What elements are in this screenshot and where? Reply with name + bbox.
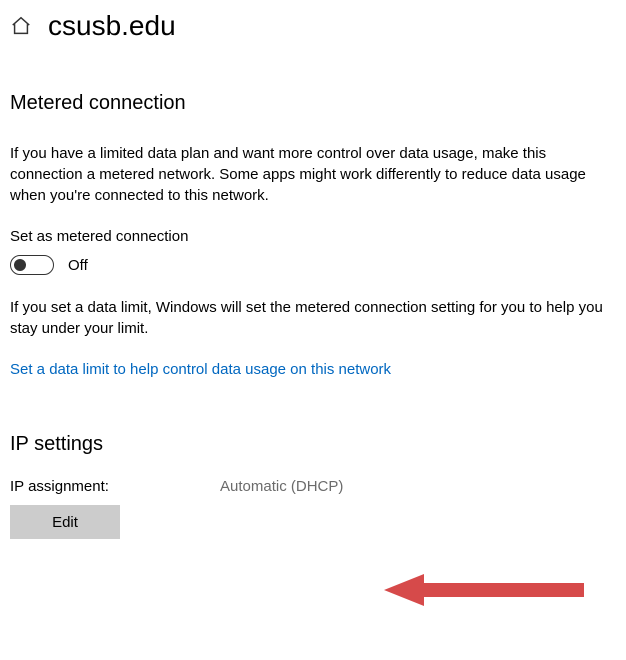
ip-assignment-row: IP assignment: Automatic (DHCP) <box>10 478 616 495</box>
ip-assignment-value: Automatic (DHCP) <box>220 478 343 495</box>
page-title: csusb.edu <box>48 10 176 42</box>
metered-toggle-row: Off <box>10 255 616 275</box>
page-header: csusb.edu <box>10 10 616 42</box>
metered-toggle-label: Set as metered connection <box>10 228 616 245</box>
ip-settings-heading: IP settings <box>10 433 616 456</box>
home-icon[interactable] <box>10 15 32 37</box>
ip-assignment-label: IP assignment: <box>10 478 220 495</box>
metered-description: If you have a limited data plan and want… <box>10 143 610 206</box>
metered-heading: Metered connection <box>10 92 616 115</box>
metered-toggle-state: Off <box>68 257 88 274</box>
metered-toggle[interactable] <box>10 255 54 275</box>
edit-button[interactable]: Edit <box>10 505 120 539</box>
annotation-arrow-icon <box>384 570 584 615</box>
toggle-knob <box>14 259 26 271</box>
metered-limit-note: If you set a data limit, Windows will se… <box>10 297 610 339</box>
data-limit-link[interactable]: Set a data limit to help control data us… <box>10 361 391 378</box>
